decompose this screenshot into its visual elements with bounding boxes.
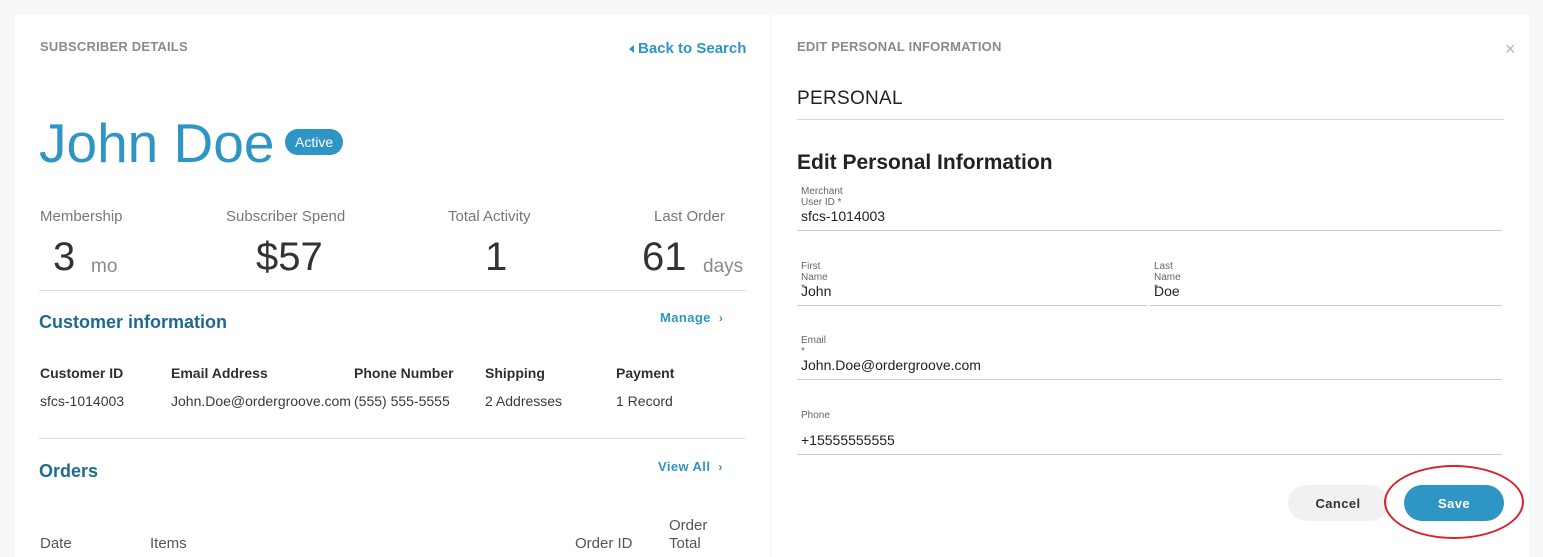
view-all-link[interactable]: View All ›: [658, 459, 723, 474]
stat-label-spend: Subscriber Spend: [226, 208, 346, 225]
section-label: EDIT PERSONAL INFORMATION: [797, 39, 1002, 54]
stat-label-membership: Membership: [40, 208, 123, 225]
col-items: Items: [150, 535, 187, 552]
cell-payment: 1 Record: [616, 393, 673, 409]
email-input[interactable]: [797, 350, 1502, 380]
divider: [797, 119, 1504, 120]
col-phone: Phone Number: [354, 365, 454, 381]
subscriber-screen: SUBSCRIBER DETAILS Back to Search John D…: [0, 0, 1543, 557]
stat-label-activity: Total Activity: [448, 208, 531, 225]
manage-link[interactable]: Manage ›: [660, 310, 723, 325]
merchant-user-id-input[interactable]: [797, 201, 1502, 231]
phone-label: Phone: [801, 410, 830, 421]
phone-input[interactable]: [797, 425, 1502, 455]
stat-value-last-order: 61: [642, 235, 687, 279]
stat-value-spend: $57: [256, 235, 323, 279]
col-shipping: Shipping: [485, 365, 545, 381]
personal-heading: PERSONAL: [797, 88, 903, 109]
col-order-id: Order ID: [575, 535, 633, 552]
chevron-right-icon: ›: [718, 311, 724, 325]
divider: [39, 438, 746, 439]
stat-unit-last-order: days: [703, 256, 744, 277]
subscriber-details-panel: SUBSCRIBER DETAILS Back to Search John D…: [15, 15, 770, 557]
stat-value-membership: 3: [53, 235, 76, 279]
back-link-label: Back to Search: [638, 40, 747, 57]
cell-email: John.Doe@ordergroove.com: [171, 393, 351, 409]
stat-value-activity: 1: [485, 235, 508, 279]
subscriber-name: John Doe: [39, 112, 275, 174]
cell-customer-id: sfcs-1014003: [40, 393, 125, 409]
close-icon[interactable]: ×: [1505, 39, 1516, 60]
save-button[interactable]: Save: [1404, 485, 1504, 521]
first-name-input[interactable]: [797, 276, 1147, 306]
view-all-link-label: View All: [658, 459, 711, 474]
cancel-button[interactable]: Cancel: [1288, 485, 1388, 521]
col-email: Email Address: [171, 365, 268, 381]
col-payment: Payment: [616, 365, 675, 381]
stat-unit-membership: mo: [91, 256, 118, 277]
col-date: Date: [40, 535, 72, 552]
caret-left-icon: [629, 44, 634, 53]
divider: [39, 290, 746, 291]
manage-link-label: Manage: [660, 310, 711, 325]
back-to-search-link[interactable]: Back to Search: [629, 40, 746, 57]
edit-personal-panel: EDIT PERSONAL INFORMATION × PERSONAL Edi…: [772, 15, 1529, 557]
orders-title: Orders: [39, 461, 99, 481]
col-customer-id: Customer ID: [40, 365, 124, 381]
chevron-right-icon: ›: [718, 460, 723, 474]
last-name-input[interactable]: [1150, 276, 1502, 306]
cell-phone: (555) 555-5555: [354, 393, 450, 409]
col-order-total: Order Total: [669, 517, 708, 552]
form-title: Edit Personal Information: [797, 151, 1053, 174]
stat-label-last-order: Last Order: [654, 208, 725, 225]
section-label: SUBSCRIBER DETAILS: [40, 39, 188, 54]
customer-info-title: Customer information: [39, 312, 228, 332]
cell-shipping: 2 Addresses: [485, 393, 563, 409]
status-badge: Active: [285, 129, 344, 155]
